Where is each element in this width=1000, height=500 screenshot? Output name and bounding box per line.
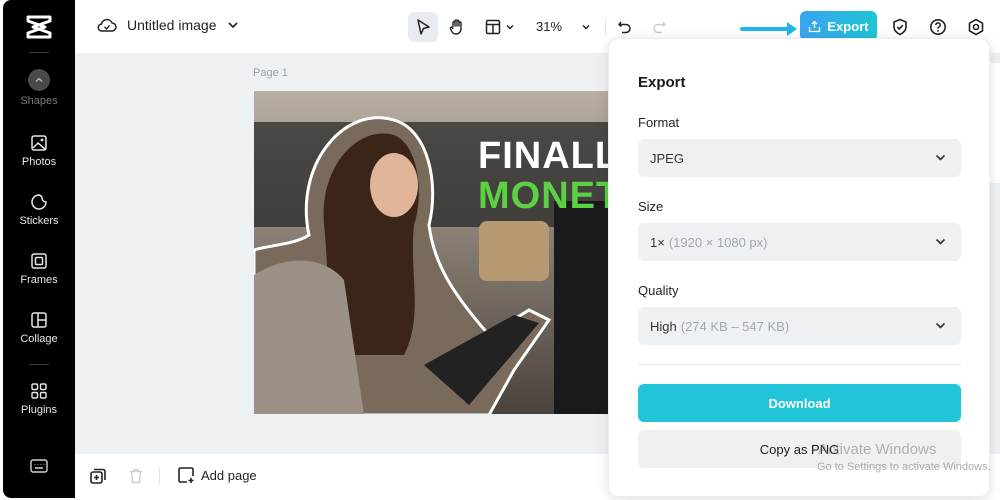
format-select[interactable]: JPEG [638, 139, 961, 177]
shield-check-icon [893, 18, 907, 36]
chevron-up-icon [28, 69, 50, 91]
sidebar-item-photos[interactable]: Photos [3, 134, 75, 168]
collage-icon [31, 312, 47, 328]
download-button[interactable]: Download [638, 384, 961, 422]
add-page-icon [178, 467, 194, 483]
annotation-arrow-shaft [740, 27, 790, 31]
sidebar-divider [29, 364, 49, 365]
undo-icon [617, 21, 631, 34]
left-sidebar: Shapes Photos Stickers Frames Collage Pl… [3, 0, 75, 498]
upload-icon [809, 20, 821, 32]
chevron-down-icon[interactable] [227, 19, 239, 31]
export-panel-divider [638, 364, 961, 365]
app-window: Shapes Photos Stickers Frames Collage Pl… [0, 0, 1000, 500]
redo-icon [653, 21, 667, 34]
document-title-area[interactable]: Untitled image [97, 16, 239, 34]
page-label: Page 1 [253, 67, 288, 79]
sidebar-item-label: Shapes [20, 95, 58, 107]
document-title[interactable]: Untitled image [127, 17, 217, 33]
keyboard-icon[interactable] [30, 459, 48, 473]
zoom-level[interactable]: 31% [536, 19, 562, 34]
add-page-label: Add page [201, 467, 257, 483]
sidebar-item-label: Collage [20, 333, 58, 345]
layout-icon [485, 19, 501, 35]
quality-select[interactable]: High (274 KB – 547 KB) [638, 307, 961, 345]
quality-label: Quality [638, 283, 679, 298]
chevron-down-icon [506, 25, 514, 30]
page-canvas[interactable]: FINALL MONET [254, 91, 624, 414]
sidebar-item-label: Plugins [20, 404, 58, 416]
settings-hex-icon [968, 18, 984, 36]
quality-detail: (274 KB – 547 KB) [680, 318, 790, 334]
windows-activation-title: Activate Windows [818, 441, 937, 458]
chevron-down-icon [935, 238, 946, 245]
delete-page-icon[interactable] [127, 467, 145, 485]
capcut-logo-icon[interactable] [25, 14, 53, 40]
toolbar-divider [605, 19, 606, 35]
pointer-icon [417, 19, 430, 35]
image-icon [31, 135, 47, 151]
hand-icon [449, 19, 462, 35]
annotation-arrow-head [787, 22, 797, 36]
download-button-label: Download [768, 395, 831, 411]
chevron-down-icon [582, 25, 590, 30]
format-label: Format [638, 115, 680, 130]
export-panel-title: Export [638, 74, 686, 91]
quality-value: High [650, 318, 677, 334]
size-value: 1× [650, 234, 665, 250]
sidebar-item-label: Photos [21, 156, 57, 168]
size-label: Size [638, 199, 664, 214]
hand-tool-button[interactable] [442, 12, 472, 42]
zoom-dropdown-button[interactable] [571, 12, 601, 42]
grid-icon [31, 383, 47, 399]
sidebar-item-collage[interactable]: Collage [3, 311, 75, 345]
sidebar-item-frames[interactable]: Frames [3, 252, 75, 286]
select-tool-button[interactable] [408, 12, 438, 42]
bottom-divider [159, 468, 160, 484]
thumbnail-heading-line1: FINALL [478, 135, 620, 177]
export-button-label: Export [827, 18, 869, 34]
chevron-down-icon [935, 154, 946, 161]
sidebar-item-label: Stickers [19, 215, 59, 227]
layout-menu-button[interactable] [480, 12, 520, 42]
sidebar-item-label: Frames [20, 274, 58, 286]
sidebar-item-stickers[interactable]: Stickers [3, 193, 75, 227]
sidebar-item-shapes[interactable]: Shapes [3, 69, 75, 107]
export-button[interactable]: Export [800, 11, 877, 41]
sidebar-divider [29, 52, 49, 53]
windows-activation-subtitle: Go to Settings to activate Windows. [817, 461, 991, 473]
help-icon [930, 19, 946, 35]
duplicate-page-icon[interactable] [89, 467, 107, 485]
format-value: JPEG [650, 150, 684, 166]
cloud-saved-icon [97, 18, 117, 32]
export-panel: Export Format JPEG Size 1× (1920 × 1080 … [608, 38, 990, 497]
size-detail: (1920 × 1080 px) [668, 234, 768, 250]
thumbnail-heading-line2: MONET [478, 175, 621, 217]
frame-icon [31, 253, 47, 269]
add-page-button[interactable]: Add page [177, 466, 257, 484]
sticker-icon [31, 194, 47, 210]
size-select[interactable]: 1× (1920 × 1080 px) [638, 223, 961, 261]
sidebar-item-plugins[interactable]: Plugins [3, 382, 75, 416]
chevron-down-icon [935, 322, 946, 329]
